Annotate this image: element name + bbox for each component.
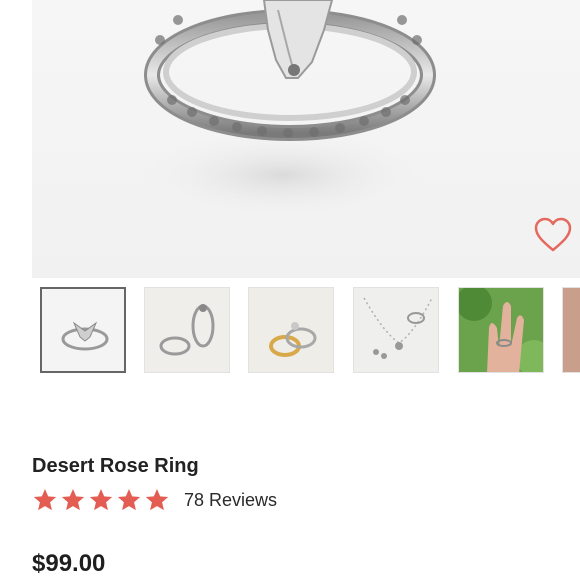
star-rating bbox=[32, 487, 170, 513]
heart-icon bbox=[534, 217, 572, 252]
thumbnail-ring-two-views[interactable] bbox=[144, 287, 230, 373]
star-icon bbox=[60, 487, 86, 513]
thumbnail-strip bbox=[40, 287, 580, 377]
product-price: $99.00 bbox=[32, 550, 106, 577]
thumbnail-ring-partial[interactable] bbox=[562, 287, 580, 373]
star-icon bbox=[88, 487, 114, 513]
star-icon bbox=[116, 487, 142, 513]
product-rating[interactable]: 78 Reviews bbox=[32, 484, 277, 516]
thumbnail-ring-gold[interactable] bbox=[248, 287, 334, 373]
main-product-image[interactable] bbox=[32, 0, 580, 278]
product-title: Desert Rose Ring bbox=[32, 455, 199, 477]
thumbnail-ring-silver[interactable] bbox=[40, 287, 126, 373]
ring-main-image bbox=[132, 0, 436, 220]
thumbnail-ring-necklace-earrings-set[interactable] bbox=[353, 287, 439, 373]
wishlist-heart-icon[interactable] bbox=[532, 216, 574, 254]
reviews-link[interactable]: 78 Reviews bbox=[184, 490, 277, 511]
star-icon bbox=[144, 487, 170, 513]
star-icon bbox=[32, 487, 58, 513]
thumbnail-ring-on-hand[interactable] bbox=[458, 287, 544, 373]
product-page: Desert Rose Ring 78 Reviews $99.00 bbox=[0, 0, 580, 580]
